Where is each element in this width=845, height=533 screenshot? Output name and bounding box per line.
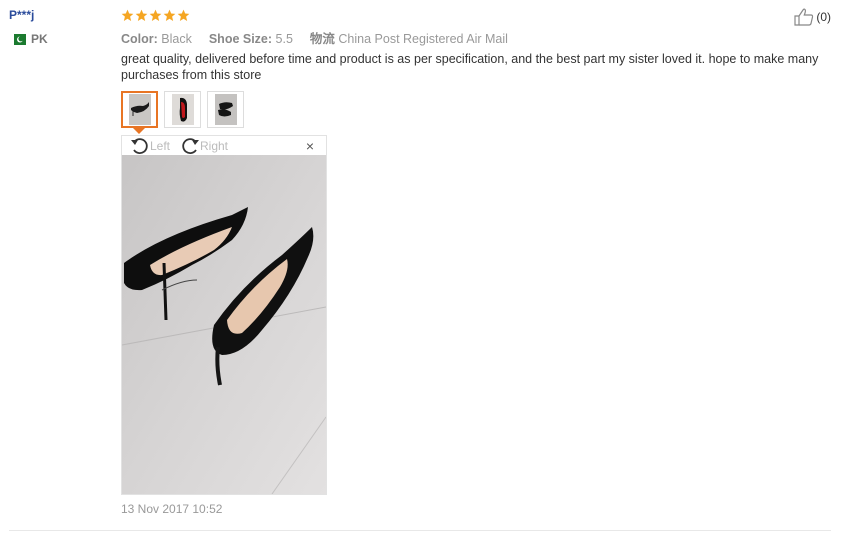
helpful-button[interactable]: (0) bbox=[794, 8, 831, 26]
logistics-label: 物流 bbox=[309, 32, 335, 46]
order-attributes: Color: Black Shoe Size: 5.5 物流 China Pos… bbox=[121, 28, 508, 47]
star-icon bbox=[177, 9, 190, 22]
black-heels-photo bbox=[122, 155, 326, 494]
country-code: PK bbox=[31, 32, 48, 46]
size-label: Shoe Size: bbox=[208, 32, 273, 46]
color-label: Color: bbox=[121, 32, 158, 46]
shoe-photo-thumbnail-image bbox=[214, 94, 237, 125]
star-icon bbox=[135, 9, 148, 22]
rotate-left-icon bbox=[131, 138, 148, 154]
thumbnail-pointer bbox=[133, 128, 145, 134]
rotate-left-button[interactable]: Left bbox=[130, 137, 170, 155]
reviewer-name[interactable]: P***j bbox=[9, 8, 34, 22]
photo-viewer: Left Right × bbox=[121, 135, 327, 495]
logistics-value: China Post Registered Air Mail bbox=[338, 32, 508, 46]
rotate-right-label: Right bbox=[200, 139, 229, 153]
review-text: great quality, delivered before time and… bbox=[121, 52, 819, 82]
photo-thumbnail[interactable] bbox=[207, 91, 244, 128]
pakistan-flag-icon bbox=[10, 33, 26, 45]
star-icon bbox=[149, 9, 162, 22]
reviewer-country: PK bbox=[10, 32, 48, 46]
helpful-count: (0) bbox=[816, 10, 831, 24]
rotate-right-icon bbox=[182, 138, 199, 154]
thumbs-up-icon bbox=[794, 8, 814, 26]
close-icon[interactable]: × bbox=[306, 139, 314, 153]
review-date: 13 Nov 2017 10:52 bbox=[121, 502, 223, 516]
divider bbox=[9, 530, 831, 531]
review-photo-large bbox=[122, 155, 326, 494]
star-icon bbox=[121, 9, 134, 22]
rotate-right-button[interactable]: Right bbox=[180, 137, 228, 155]
rotate-left-label: Left bbox=[150, 139, 171, 153]
review-photo-thumbnails bbox=[121, 91, 244, 128]
photo-thumbnail[interactable] bbox=[121, 91, 158, 128]
photo-viewer-toolbar: Left Right × bbox=[122, 136, 326, 155]
star-icon bbox=[163, 9, 176, 22]
photo-thumbnail[interactable] bbox=[164, 91, 201, 128]
star-rating bbox=[121, 9, 190, 22]
color-value: Black bbox=[161, 32, 192, 46]
shoe-photo-thumbnail-image bbox=[171, 94, 194, 125]
size-value: 5.5 bbox=[275, 32, 293, 46]
shoe-photo-thumbnail-image bbox=[128, 94, 151, 125]
